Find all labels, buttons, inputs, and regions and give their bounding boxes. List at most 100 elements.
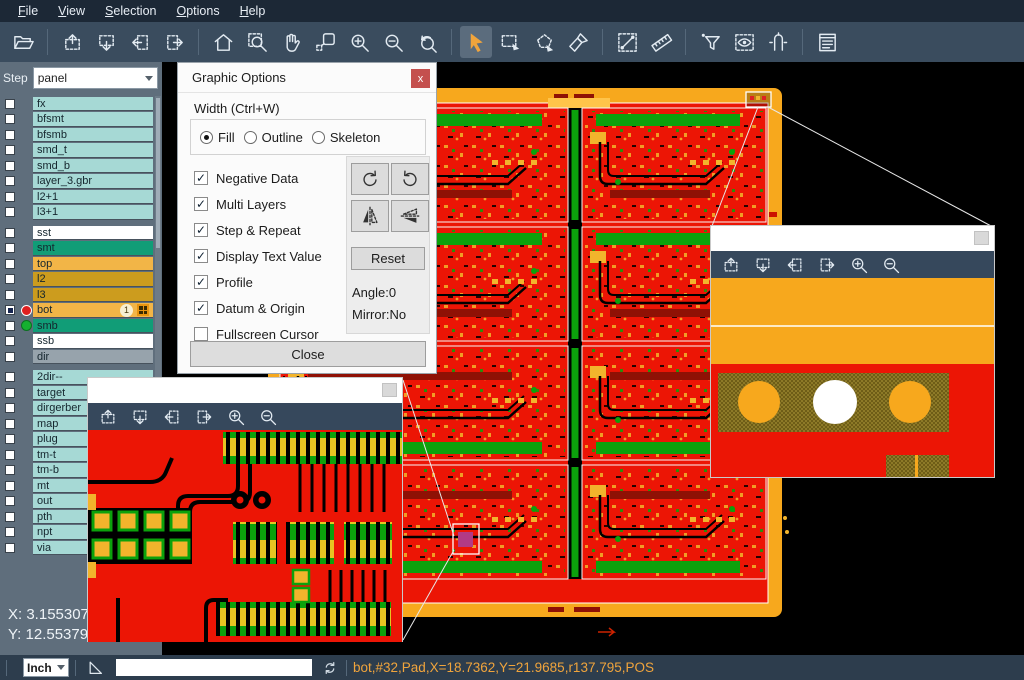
layer-checkbox[interactable] [5,114,15,124]
layer-checkbox[interactable] [5,228,15,238]
select-rect-button[interactable] [494,26,526,58]
zoom-home-button[interactable] [207,26,239,58]
zoom-area-button[interactable] [309,26,341,58]
layer-checkbox[interactable] [5,207,15,217]
mirror-horizontal-button[interactable] [351,200,389,232]
layer-checkbox[interactable] [5,290,15,300]
layers-panel-button[interactable] [811,26,843,58]
select-cursor-button[interactable] [460,26,492,58]
layer-checkbox[interactable] [5,465,15,475]
snap-button[interactable] [762,26,794,58]
zoom-out-button[interactable] [377,26,409,58]
layer-checkbox[interactable] [5,434,15,444]
layer-checkbox[interactable] [5,321,15,331]
step-select[interactable]: panel [33,67,158,89]
layer-checkbox[interactable] [5,176,15,186]
pan-up-button[interactable] [56,26,88,58]
layer-name-bar[interactable]: bfsmb [33,128,153,143]
pan-down-button[interactable] [90,26,122,58]
layer-checkbox[interactable] [5,372,15,382]
layer-name-bar[interactable]: l3+1 [33,205,153,220]
zoom-out-button[interactable] [253,405,283,429]
radio-outline[interactable]: Outline [244,130,303,145]
layer-name-bar[interactable]: smt [33,241,153,256]
layer-checkbox[interactable] [5,543,15,553]
layer-name-bar[interactable]: dir [33,350,153,365]
popup-close-button[interactable] [974,231,989,245]
menu-file[interactable]: File [8,2,48,20]
rotate-cw-button[interactable] [351,163,389,195]
pan-left-button[interactable] [124,26,156,58]
checkbox-step-repeat[interactable]: ✓Step & Repeat [194,221,301,239]
checkbox-negative-data[interactable]: ✓Negative Data [194,169,298,187]
radio-fill[interactable]: Fill [200,130,235,145]
sync-icon[interactable] [320,658,340,678]
layer-checkbox[interactable] [5,481,15,491]
layer-checkbox[interactable] [5,450,15,460]
layer-checkbox[interactable] [5,527,15,537]
layer-name-bar[interactable]: smd_b [33,159,153,174]
layer-checkbox[interactable] [5,336,15,346]
layer-name-bar[interactable]: top [33,257,153,272]
checkbox-multi-layers[interactable]: ✓Multi Layers [194,195,286,213]
layer-checkbox[interactable] [5,259,15,269]
zoom-window-button[interactable] [241,26,273,58]
zoom-in-button[interactable] [343,26,375,58]
menu-options[interactable]: Options [166,2,229,20]
pan-right-button[interactable] [189,405,219,429]
rotate-ccw-button[interactable] [391,163,429,195]
view-options-button[interactable] [728,26,760,58]
layer-name-bar[interactable]: smd_t [33,143,153,158]
layer-name-bar[interactable]: fx [33,97,153,112]
popup-view-left[interactable] [88,430,402,642]
radio-skeleton[interactable]: Skeleton [312,130,381,145]
layer-checkbox[interactable] [5,145,15,155]
pan-left-button[interactable] [157,405,187,429]
layer-name-bar[interactable]: sst [33,226,153,241]
layer-name-bar[interactable]: bot1 [33,303,153,318]
select-corner-icon[interactable] [86,658,106,678]
pan-hand-button[interactable] [275,26,307,58]
layer-checkbox[interactable] [5,161,15,171]
layer-name-bar[interactable]: ssb [33,334,153,349]
layer-checkbox[interactable] [5,305,15,315]
layer-name-bar[interactable]: l2+1 [33,190,153,205]
layer-checkbox[interactable] [5,274,15,284]
zoom-previous-button[interactable] [411,26,443,58]
menu-selection[interactable]: Selection [95,2,166,20]
layer-checkbox[interactable] [5,403,15,413]
filter-button[interactable] [694,26,726,58]
layer-checkbox[interactable] [5,512,15,522]
command-input[interactable] [116,659,312,676]
layer-checkbox[interactable] [5,130,15,140]
checkbox-display-text-value[interactable]: ✓Display Text Value [194,247,322,265]
layer-checkbox[interactable] [5,388,15,398]
menu-view[interactable]: View [48,2,95,20]
layer-name-bar[interactable]: l3 [33,288,153,303]
layer-checkbox[interactable] [5,496,15,506]
zoom-in-button[interactable] [844,253,874,277]
select-polygon-button[interactable] [528,26,560,58]
checkbox-datum-origin[interactable]: ✓Datum & Origin [194,299,305,317]
zoom-out-button[interactable] [876,253,906,277]
unit-select[interactable]: Inch [23,658,69,677]
dialog-close-icon[interactable]: x [411,69,430,88]
pan-right-button[interactable] [158,26,190,58]
layer-name-bar[interactable]: l2 [33,272,153,287]
mirror-vertical-button[interactable] [391,200,429,232]
layer-checkbox[interactable] [5,352,15,362]
pan-up-button[interactable] [93,405,123,429]
checkbox-profile[interactable]: ✓Profile [194,273,253,291]
pan-left-button[interactable] [780,253,810,277]
open-file-button[interactable] [7,26,39,58]
pan-down-button[interactable] [125,405,155,429]
clean-tool-button[interactable] [562,26,594,58]
layer-name-bar[interactable]: bfsmt [33,112,153,127]
layer-checkbox[interactable] [5,419,15,429]
pan-down-button[interactable] [748,253,778,277]
layer-checkbox[interactable] [5,192,15,202]
layer-checkbox[interactable] [5,243,15,253]
close-button[interactable]: Close [190,341,426,367]
popup-close-button[interactable] [382,383,397,397]
layer-name-bar[interactable]: layer_3.gbr [33,174,153,189]
